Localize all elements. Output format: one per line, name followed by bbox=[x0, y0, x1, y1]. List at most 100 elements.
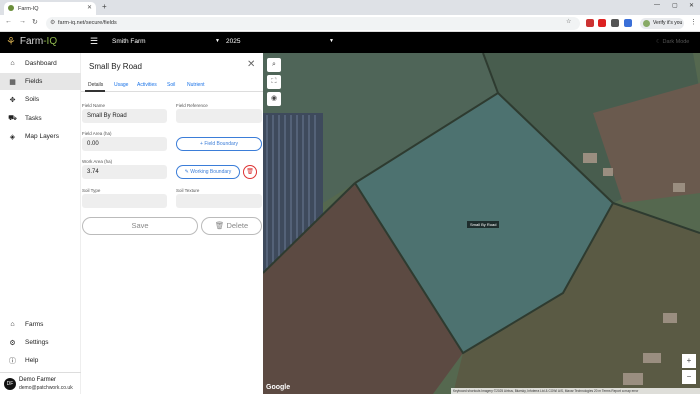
work-area-input[interactable]: 3.74 bbox=[82, 165, 167, 179]
sidebar-item-label: Soils bbox=[25, 96, 40, 103]
sidebar-item-dashboard[interactable]: ⌂ Dashboard bbox=[0, 55, 81, 72]
tab-nutrient[interactable]: Nutrient bbox=[187, 82, 205, 88]
dark-mode-toggle[interactable]: ☾ Dark Mode bbox=[656, 39, 689, 45]
sidebar-item-map-layers[interactable]: ◈ Map Layers bbox=[0, 128, 81, 145]
browser-tab[interactable]: Farm-IQ ✕ bbox=[4, 2, 96, 15]
new-tab-button[interactable]: + bbox=[102, 2, 107, 11]
sidebar-item-tasks[interactable]: ⛟ Tasks bbox=[0, 110, 81, 127]
farm-select[interactable]: Smith Farm ▼ bbox=[112, 38, 220, 45]
back-icon[interactable]: ← bbox=[5, 18, 12, 25]
field-boundary-label: Field Boundary bbox=[204, 141, 238, 147]
soil-texture-label: Soil Texture bbox=[176, 188, 200, 193]
soil-texture-input[interactable] bbox=[176, 194, 262, 208]
sidebar-item-fields[interactable]: ▦ Fields bbox=[0, 73, 81, 90]
map-field-label[interactable]: Small By Road bbox=[467, 221, 500, 228]
browser-toolbar: ← → ↻ ⚙ farm-iq.net/secure/fields ☆ Veri… bbox=[0, 15, 700, 32]
sidebar-item-label: Farms bbox=[25, 321, 44, 328]
reload-icon[interactable]: ↻ bbox=[32, 18, 38, 26]
tab-usage[interactable]: Usage bbox=[114, 82, 128, 88]
user-email: demo@patchwork.co.uk bbox=[19, 385, 73, 391]
active-tab-indicator bbox=[85, 90, 105, 92]
field-reference-label: Field Reference bbox=[176, 103, 208, 108]
profile-label: Verify it's you bbox=[653, 20, 683, 26]
profile-avatar-icon bbox=[643, 20, 650, 27]
field-area-input[interactable]: 0.00 bbox=[82, 137, 167, 151]
home-icon: ⌂ bbox=[10, 60, 15, 67]
map-fullscreen-button[interactable]: ⛶ bbox=[267, 75, 281, 89]
profile-button[interactable]: Verify it's you bbox=[640, 18, 684, 29]
info-icon: ⓘ bbox=[9, 357, 16, 365]
menu-icon[interactable]: ☰ bbox=[90, 36, 98, 47]
sidebar-item-settings[interactable]: ⚙ Settings bbox=[0, 334, 81, 351]
panel-title: Small By Road bbox=[89, 62, 142, 71]
sidebar-item-label: Map Layers bbox=[25, 133, 59, 140]
sidebar-item-help[interactable]: ⓘ Help bbox=[0, 352, 81, 369]
tab-activities[interactable]: Activities bbox=[137, 82, 157, 88]
user-profile[interactable]: DF Demo Farmer demo@patchwork.co.uk bbox=[0, 372, 81, 394]
field-name-label: Field Name bbox=[82, 103, 106, 108]
sidebar: ⌂ Dashboard ▦ Fields ✥ Soils ⛟ Tasks ◈ M… bbox=[0, 53, 81, 394]
sidebar-item-soils[interactable]: ✥ Soils bbox=[0, 91, 81, 108]
browser-menu-icon[interactable]: ⋮ bbox=[690, 18, 697, 26]
eye-icon: ◉ bbox=[270, 95, 278, 102]
soil-type-input[interactable] bbox=[82, 194, 167, 208]
logo-accent: -IQ bbox=[43, 36, 58, 47]
sidebar-item-label: Dashboard bbox=[25, 60, 57, 67]
close-tab-icon[interactable]: ✕ bbox=[87, 4, 92, 11]
map-visibility-button[interactable]: ◉ bbox=[267, 92, 281, 106]
wheat-icon: ⚘ bbox=[6, 36, 16, 48]
app-header: ⚘ Farm-IQ ☰ Smith Farm ▼ 2025 ▼ ☾ Dark M… bbox=[0, 32, 700, 53]
zoom-out-button[interactable]: − bbox=[682, 370, 696, 384]
panel-tabs: Details Usage Activities Soil Nutrient bbox=[81, 80, 263, 92]
tab-details[interactable]: Details bbox=[88, 82, 103, 88]
google-logo: Google bbox=[266, 384, 291, 391]
site-info-icon[interactable]: ⚙ bbox=[50, 17, 55, 30]
dark-mode-label: Dark Mode bbox=[662, 39, 690, 45]
tab-soil[interactable]: Soil bbox=[167, 82, 175, 88]
sidebar-item-label: Help bbox=[25, 357, 39, 364]
soil-type-label: Soil Type bbox=[82, 188, 101, 193]
minimize-icon[interactable]: — bbox=[654, 2, 660, 8]
app-logo[interactable]: ⚘ Farm-IQ bbox=[6, 35, 57, 48]
browser-tab-strip: Farm-IQ ✕ + — ▢ ✕ bbox=[0, 0, 700, 15]
address-bar[interactable]: ⚙ farm-iq.net/secure/fields bbox=[46, 17, 580, 30]
field-name-input[interactable]: Small By Road bbox=[82, 109, 167, 123]
close-icon[interactable]: ✕ bbox=[247, 59, 255, 70]
search-icon: ⌕ bbox=[272, 61, 276, 68]
working-boundary-label: Working Boundary bbox=[190, 169, 232, 175]
soil-icon: ✥ bbox=[9, 96, 16, 104]
truck-icon: ⛟ bbox=[8, 115, 17, 122]
zoom-in-button[interactable]: + bbox=[682, 354, 696, 368]
gear-icon: ⚙ bbox=[9, 339, 16, 347]
satellite-map[interactable]: ⌕ ⛶ ◉ Small By Road + − Google Keyboard … bbox=[263, 53, 700, 394]
map-search-button[interactable]: ⌕ bbox=[267, 58, 281, 72]
trash-icon: 🗑 bbox=[246, 169, 254, 175]
save-button[interactable]: Save bbox=[82, 217, 198, 235]
farm-select-value: Smith Farm bbox=[112, 38, 146, 45]
field-reference-input[interactable] bbox=[176, 109, 262, 123]
close-window-icon[interactable]: ✕ bbox=[689, 2, 694, 9]
layers-icon: ◈ bbox=[9, 133, 16, 141]
sidebar-item-farms[interactable]: ⌂ Farms bbox=[0, 316, 81, 333]
logo-text: Farm bbox=[19, 36, 44, 47]
extension-icon[interactable] bbox=[586, 19, 594, 27]
field-boundary-button[interactable]: + Field Boundary bbox=[176, 137, 262, 151]
year-select[interactable]: 2025 ▼ bbox=[226, 38, 334, 45]
browser-tab-title: Farm-IQ bbox=[18, 5, 39, 12]
extension-icon[interactable] bbox=[598, 19, 606, 27]
maximize-icon[interactable]: ▢ bbox=[672, 2, 678, 9]
field-area-label: Field Area (ha) bbox=[82, 131, 112, 136]
bookmark-star-icon[interactable]: ☆ bbox=[566, 18, 571, 25]
url-text: farm-iq.net/secure/fields bbox=[58, 20, 117, 26]
sidebar-item-label: Settings bbox=[25, 339, 49, 346]
forward-icon[interactable]: → bbox=[19, 18, 26, 25]
delete-boundary-button[interactable]: 🗑 bbox=[243, 165, 257, 179]
extensions-puzzle-icon[interactable] bbox=[624, 19, 632, 27]
working-boundary-button[interactable]: ✎ Working Boundary bbox=[176, 165, 240, 179]
sidebar-item-label: Tasks bbox=[25, 115, 42, 122]
map-attribution: Keyboard shortcuts Imagery ©2025 Airbus,… bbox=[451, 388, 700, 394]
delete-button[interactable]: 🗑 Delete bbox=[201, 217, 262, 235]
chevron-down-icon: ▼ bbox=[329, 38, 334, 44]
extension-icon[interactable] bbox=[611, 19, 619, 27]
work-area-label: Work Area (ha) bbox=[82, 159, 113, 164]
